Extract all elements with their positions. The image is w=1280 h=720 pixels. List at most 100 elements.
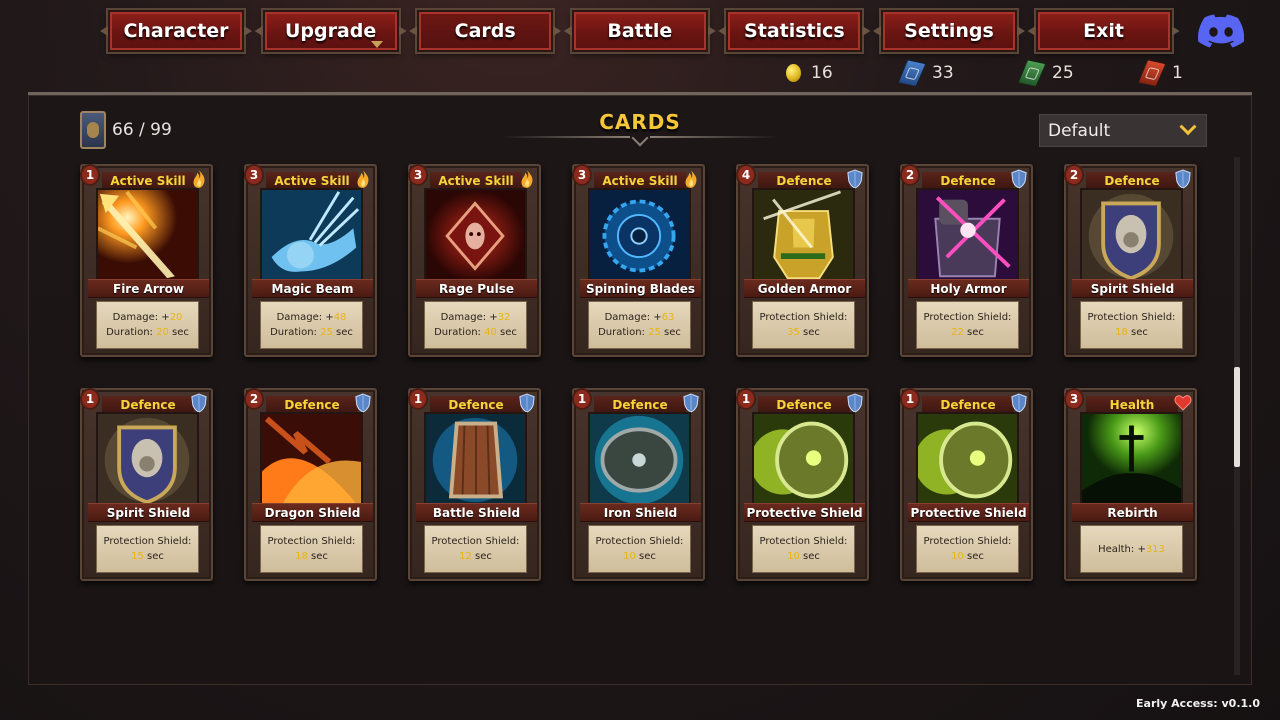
stat-label: Damage: + — [604, 312, 662, 323]
nav-settings-button[interactable]: Settings — [879, 8, 1019, 54]
card-level-badge: 4 — [736, 164, 756, 186]
stat-suffix: sec — [307, 551, 328, 562]
card-art-protective-shield — [752, 412, 855, 508]
card-description: Protection Shield: 35 sec — [752, 301, 855, 349]
card-dragon-shield[interactable]: 2 Defence Dragon Shield Protection Shield: 1… — [244, 388, 377, 581]
card-stat-line: 35 sec — [787, 325, 820, 340]
nav-battle-button[interactable]: Battle — [569, 8, 710, 54]
card-stat-line: Protection Shield: — [924, 534, 1012, 549]
card-art-golden-armor — [752, 188, 855, 284]
stat-suffix: sec — [332, 327, 353, 338]
chevron-down-icon — [1179, 117, 1197, 135]
card-battle-shield[interactable]: 1 Defence Battle Shield Protection Shield: 1… — [408, 388, 541, 581]
card-iron-shield[interactable]: 1 Defence Iron Shield Protection Shield: 10 … — [572, 388, 705, 581]
card-deck-icon — [80, 111, 106, 149]
stat-value: 22 — [951, 327, 964, 338]
stat-value: 48 — [333, 312, 347, 323]
card-stat-line: 15 sec — [131, 549, 164, 564]
scroll-thumb[interactable] — [1234, 367, 1240, 467]
stat-label: Protection Shield: — [759, 536, 848, 547]
blue-book-amount: 33 — [932, 63, 954, 83]
title-divider-right — [650, 136, 778, 138]
stat-value: 12 — [459, 551, 472, 562]
card-level-badge: 2 — [900, 164, 920, 186]
card-stat-line: 22 sec — [951, 325, 984, 340]
gold-currency: 16 — [786, 60, 833, 86]
discord-icon[interactable] — [1198, 14, 1244, 48]
nav-statistics-button[interactable]: Statistics — [724, 8, 865, 54]
stat-suffix: sec — [963, 551, 984, 562]
sort-dropdown[interactable]: Default — [1039, 114, 1207, 147]
red-book-amount: 1 — [1172, 63, 1183, 83]
card-description: Protection Shield: 18 sec — [1080, 301, 1183, 349]
deck-count: 66 / 99 — [112, 120, 172, 140]
card-name: Holy Armor — [908, 279, 1029, 298]
card-protective-shield[interactable]: 1 Defence Protective Shield Protection Shie… — [736, 388, 869, 581]
card-art-spinning-blades — [588, 188, 691, 284]
card-stat-line: Health: +313 — [1098, 542, 1165, 557]
stat-value: 63 — [661, 312, 675, 323]
fire-icon — [354, 168, 372, 190]
card-name: Golden Armor — [744, 279, 865, 298]
card-level-badge: 1 — [80, 164, 100, 186]
card-grid: 1 Active Skill Fire Arrow Damage: +20 Durati… — [80, 164, 1197, 584]
card-fire-arrow[interactable]: 1 Active Skill Fire Arrow Damage: +20 Durati… — [80, 164, 213, 357]
card-stat-line: 18 sec — [295, 549, 328, 564]
shield-icon — [1010, 168, 1028, 190]
card-stat-line: Protection Shield: — [1088, 310, 1176, 325]
card-description: Protection Shield: 22 sec — [916, 301, 1019, 349]
card-stat-line: Protection Shield: — [104, 534, 192, 549]
card-stat-line: Protection Shield: — [268, 534, 356, 549]
card-name: Spirit Shield — [88, 503, 209, 522]
card-stat-line: Damage: +20 — [113, 310, 183, 325]
stat-suffix: sec — [496, 327, 517, 338]
stat-label: Protection Shield: — [595, 536, 684, 547]
nav-character-button[interactable]: Character — [106, 8, 246, 54]
stat-label: Protection Shield: — [923, 312, 1012, 323]
card-protective-shield[interactable]: 1 Defence Protective Shield Protection Shie… — [900, 388, 1033, 581]
card-level-badge: 1 — [80, 388, 100, 410]
card-golden-armor[interactable]: 4 Defence Golden Armor Protection Shield: 35… — [736, 164, 869, 357]
stat-value: 25 — [320, 327, 333, 338]
card-stat-line: Duration: 40 sec — [434, 325, 517, 340]
card-level-badge: 3 — [1064, 388, 1084, 410]
card-art-spirit-shield — [1080, 188, 1183, 284]
stat-label: Damage: + — [112, 312, 170, 323]
stat-value: 20 — [169, 312, 183, 323]
card-name: Spirit Shield — [1072, 279, 1193, 298]
red-book-currency: 1 — [1137, 59, 1183, 87]
heart-icon — [1174, 392, 1192, 414]
card-spinning-blades[interactable]: 3 Active Skill Spinning Blades Damage: +63 D… — [572, 164, 705, 357]
stat-label: Duration: — [598, 327, 649, 338]
gold-amount: 16 — [811, 63, 833, 83]
card-art-iron-shield — [588, 412, 691, 508]
stat-value: 10 — [623, 551, 636, 562]
card-rage-pulse[interactable]: 3 Active Skill Rage Pulse Damage: +32 Durati… — [408, 164, 541, 357]
shield-icon — [1174, 168, 1192, 190]
card-spirit-shield[interactable]: 1 Defence Spirit Shield Protection Shield: 1… — [80, 388, 213, 581]
stat-label: Protection Shield: — [923, 536, 1012, 547]
card-name: Protective Shield — [744, 503, 865, 522]
stat-suffix: sec — [799, 551, 820, 562]
nav-cards-button[interactable]: Cards — [415, 8, 556, 54]
card-name: Rage Pulse — [416, 279, 537, 298]
card-level-badge: 3 — [244, 164, 264, 186]
card-magic-beam[interactable]: 3 Active Skill Magic Beam Damage: +48 Durati… — [244, 164, 377, 357]
card-holy-armor[interactable]: 2 Defence Holy Armor Protection Shield: 22 s… — [900, 164, 1033, 357]
nav-exit-button[interactable]: Exit — [1033, 8, 1174, 54]
shield-icon — [354, 392, 372, 414]
scrollbar[interactable] — [1234, 157, 1240, 675]
blue-book-icon — [897, 59, 927, 87]
green-book-icon — [1017, 59, 1047, 87]
card-rebirth[interactable]: 3 Health Rebirth Health: +313 — [1064, 388, 1197, 581]
stat-label: Protection Shield: — [1087, 312, 1176, 323]
card-name: Rebirth — [1072, 503, 1193, 522]
green-book-amount: 25 — [1052, 63, 1074, 83]
stat-value: 10 — [951, 551, 964, 562]
stat-label: Duration: — [106, 327, 157, 338]
card-spirit-shield[interactable]: 2 Defence Spirit Shield Protection Shield: 1… — [1064, 164, 1197, 357]
shield-icon — [846, 168, 864, 190]
card-name: Magic Beam — [252, 279, 373, 298]
card-stat-line: 10 sec — [787, 549, 820, 564]
card-level-badge: 2 — [244, 388, 264, 410]
